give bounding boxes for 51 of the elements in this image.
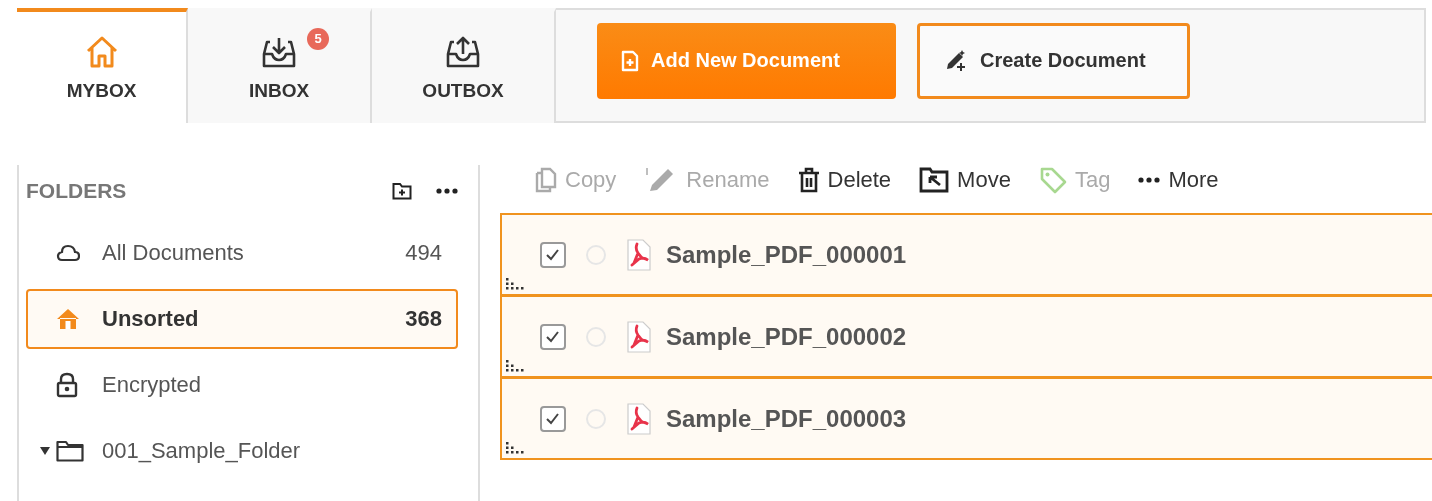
folder-item[interactable]: Encrypted [26,355,458,415]
document-name: Sample_PDF_000001 [666,240,907,269]
drag-handle-icon[interactable] [506,442,524,454]
checkbox[interactable] [540,323,566,350]
checkbox[interactable] [540,241,566,268]
file-plus-icon [621,49,639,72]
folder-icon [56,440,84,462]
delete-button[interactable]: Delete [797,167,892,193]
tab[interactable]: MYBOX [17,8,188,123]
folder-item[interactable]: Unsorted 368 [26,289,458,349]
document-row[interactable]: Sample_PDF_000001 [500,213,1432,296]
folder-item[interactable]: 001_Sample_Folder [26,421,458,481]
folder-name: Unsorted [102,306,200,332]
tab[interactable]: OUTBOX [372,8,556,123]
drag-handle-icon[interactable] [506,360,524,372]
cloud-icon [56,243,80,263]
new-folder-icon[interactable] [392,182,412,200]
folder-item[interactable]: All Documents 494 [26,223,458,283]
folder-name: 001_Sample_Folder [102,438,302,464]
checkbox[interactable] [540,405,566,432]
drag-handle-icon[interactable] [506,278,524,290]
document-count: 368 [405,306,442,332]
pdf-file-icon [626,402,652,435]
more-button[interactable]: More [1138,167,1219,193]
count-badge: 5 [307,27,329,50]
move-button[interactable]: Move [919,167,1011,193]
document-row[interactable]: Sample_PDF_000002 [500,295,1432,378]
folder-name: All Documents [102,240,245,266]
tag-icon [1038,166,1067,194]
folder-name: Encrypted [102,372,203,398]
copy-icon [535,167,557,193]
folders-heading: FOLDERS [26,179,128,203]
tab[interactable]: 5 INBOX [188,8,372,123]
radio-button[interactable] [586,244,606,265]
document-name: Sample_PDF_000002 [666,322,907,351]
magic-pen-icon [944,48,968,73]
radio-button[interactable] [586,326,606,347]
lock-icon [56,372,78,398]
document-name: Sample_PDF_000003 [666,404,907,433]
more-icon [1138,177,1161,183]
move-icon [919,167,950,193]
more-icon[interactable] [436,188,458,194]
pdf-file-icon [626,238,652,271]
trash-icon [797,167,820,193]
document-row[interactable]: Sample_PDF_000003 [500,377,1432,460]
radio-button[interactable] [586,408,606,429]
caret-down-icon[interactable] [40,446,50,456]
create-document-button[interactable]: Create Document [917,22,1190,99]
pdf-file-icon [626,320,652,353]
home-icon [56,308,80,330]
document-count: 494 [405,240,442,266]
